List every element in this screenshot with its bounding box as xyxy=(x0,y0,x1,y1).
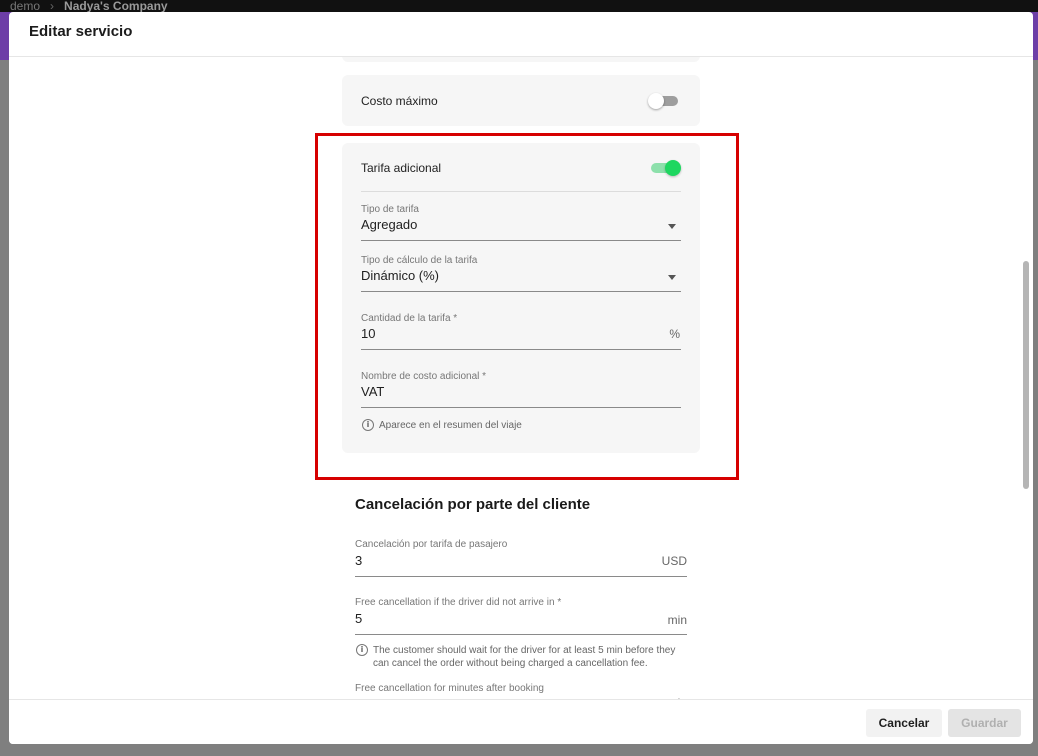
tipo-calculo-select[interactable]: Tipo de cálculo de la tarifa Dinámico (%… xyxy=(361,255,681,293)
field-value: VAT xyxy=(361,384,385,399)
hint-line: can cancel the order without being charg… xyxy=(373,658,648,669)
info-icon: i xyxy=(362,419,374,431)
costo-maximo-card: Costo máximo xyxy=(342,75,700,126)
percent-suffix: % xyxy=(669,327,680,341)
field-underline xyxy=(361,349,681,350)
cancelacion-tarifa-input[interactable]: Cancelación por tarifa de pasajero 3 USD xyxy=(355,539,687,579)
tarifa-adicional-card: Tarifa adicional Tipo de tarifa Agregado… xyxy=(342,143,700,453)
field-underline xyxy=(361,240,681,241)
field-value: 10 xyxy=(361,326,376,341)
breadcrumb-company: Nadya's Company xyxy=(64,0,168,12)
field-underline xyxy=(361,291,681,292)
chevron-right-icon: › xyxy=(50,0,55,12)
field-value: Dinámico (%) xyxy=(361,268,440,283)
field-label: Free cancellation for minutes after book… xyxy=(355,683,544,694)
free-cancel-driver-hint: The customer should wait for the driver … xyxy=(373,644,675,670)
previous-card xyxy=(342,57,700,62)
field-label: Cantidad de la tarifa * xyxy=(361,313,458,324)
minutes-suffix: min xyxy=(667,613,687,627)
costo-maximo-label: Costo máximo xyxy=(361,94,438,108)
cancel-button[interactable]: Cancelar xyxy=(866,709,942,737)
tarifa-adicional-label: Tarifa adicional xyxy=(361,161,442,175)
field-label: Tipo de tarifa xyxy=(361,204,419,215)
save-button[interactable]: Guardar xyxy=(948,709,1021,737)
field-underline xyxy=(355,634,687,635)
costo-maximo-toggle[interactable] xyxy=(648,93,680,109)
cantidad-tarifa-input[interactable]: Cantidad de la tarifa * 10 % xyxy=(361,313,681,351)
modal-header: Editar servicio xyxy=(9,12,1033,57)
free-cancel-driver-input[interactable]: Free cancellation if the driver did not … xyxy=(355,597,687,637)
currency-suffix: USD xyxy=(661,554,687,568)
field-label: Tipo de cálculo de la tarifa xyxy=(361,255,478,266)
field-label: Nombre de costo adicional * xyxy=(361,371,487,382)
field-underline xyxy=(361,407,681,408)
nombre-costo-hint: Aparece en el resumen del viaje xyxy=(379,420,522,431)
field-value: 5 xyxy=(355,611,363,626)
backdrop-breadcrumb: demo › Nadya's Company xyxy=(0,0,1038,12)
field-label: Free cancellation if the driver did not … xyxy=(355,597,562,608)
nombre-costo-input[interactable]: Nombre de costo adicional * VAT xyxy=(361,371,681,409)
caret-down-icon xyxy=(668,224,676,229)
caret-down-icon xyxy=(668,275,676,280)
field-value: 3 xyxy=(355,553,363,568)
free-cancel-booking-input[interactable]: Free cancellation for minutes after book… xyxy=(355,683,687,699)
field-underline xyxy=(355,576,687,577)
modal-footer: Cancelar Guardar xyxy=(9,699,1033,744)
toggle-knob xyxy=(648,93,664,109)
tarifa-adicional-toggle[interactable] xyxy=(649,160,681,176)
tipo-tarifa-select[interactable]: Tipo de tarifa Agregado xyxy=(361,204,681,242)
field-value: Agregado xyxy=(361,217,418,232)
divider xyxy=(361,191,681,192)
modal-title: Editar servicio xyxy=(29,23,133,40)
info-icon: i xyxy=(356,644,368,656)
edit-service-modal: Editar servicio Costo máximo Tarifa adic… xyxy=(9,12,1033,744)
cancelacion-section-title: Cancelación por parte del cliente xyxy=(355,496,591,513)
hint-line: The customer should wait for the driver … xyxy=(373,645,676,656)
toggle-knob xyxy=(665,160,681,176)
field-label: Cancelación por tarifa de pasajero xyxy=(355,539,508,550)
scrollbar-thumb[interactable] xyxy=(1023,261,1029,489)
breadcrumb-root: demo xyxy=(10,0,41,12)
modal-body[interactable]: Costo máximo Tarifa adicional Tipo de ta… xyxy=(9,57,1033,699)
